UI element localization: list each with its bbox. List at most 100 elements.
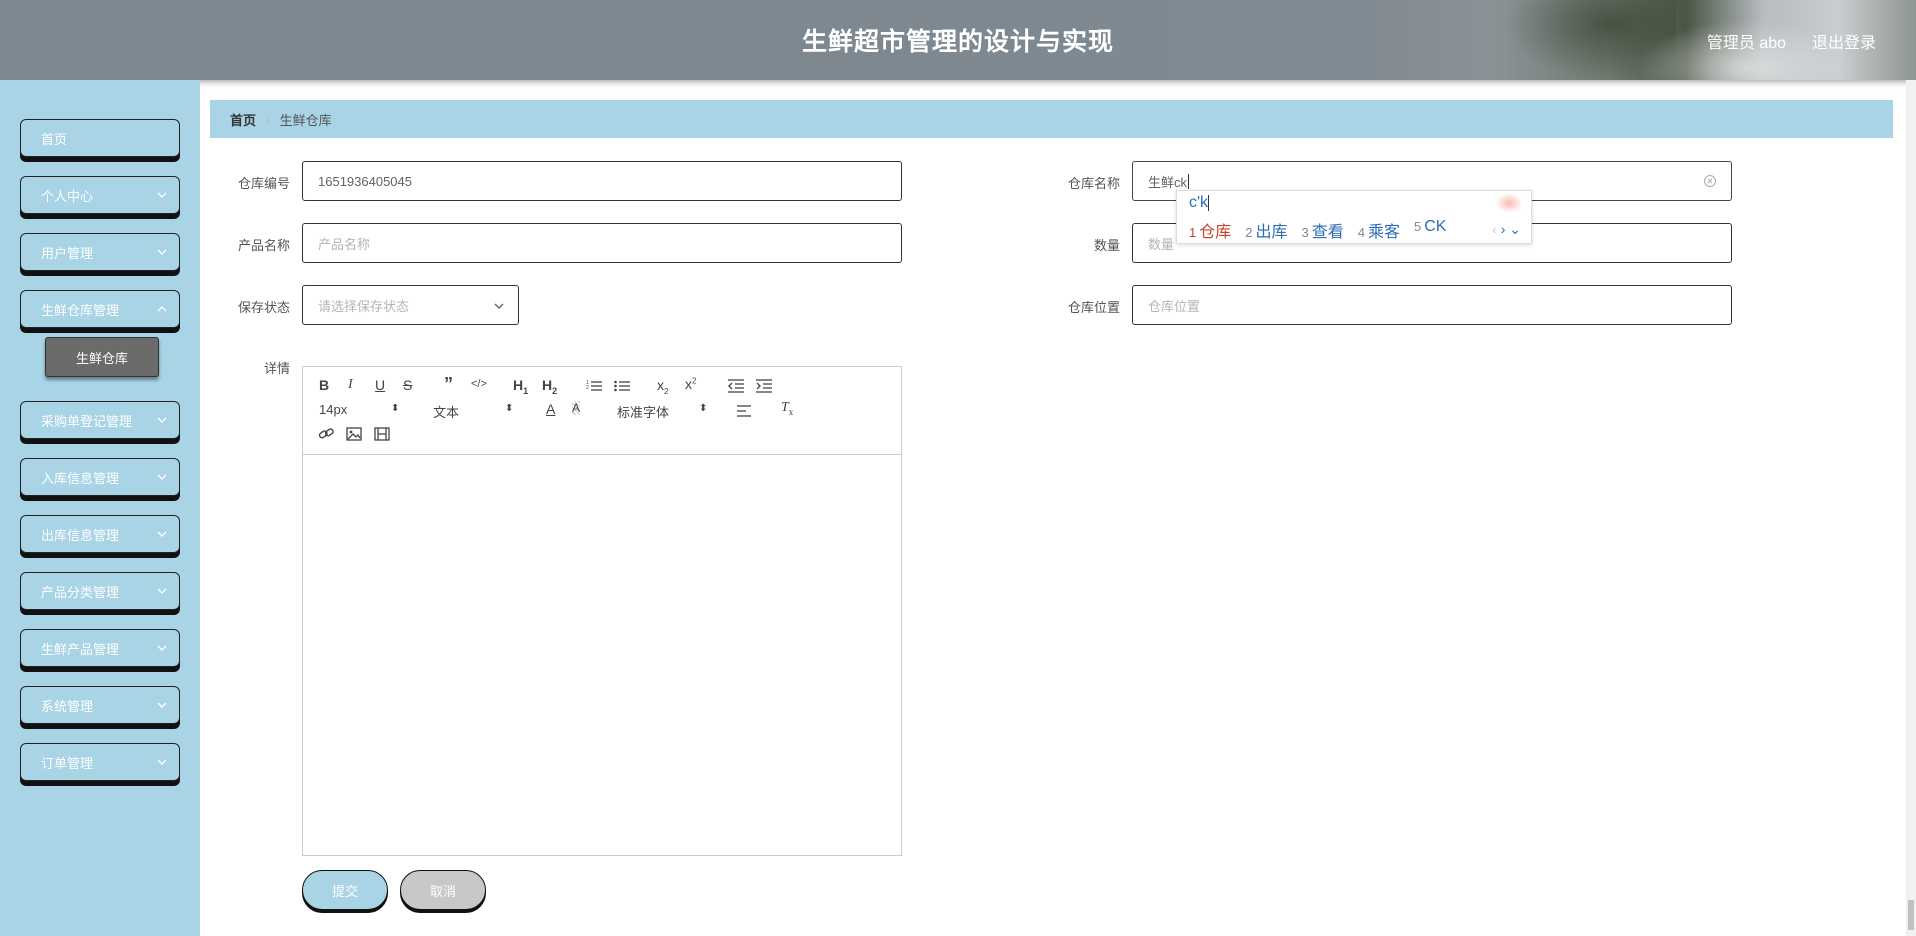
ime-candidate[interactable]: 2 出库 — [1245, 218, 1287, 242]
font-family-value: 标准字体 — [617, 405, 670, 420]
rich-text-editor: B I U S ” </> H1 H2 12 x2 x2 14px ⬍ 文本 ⬍ A… — [302, 366, 902, 856]
sidebar-item-personal-center[interactable]: 个人中心 — [20, 176, 180, 214]
product-name-label: 产品名称 — [237, 238, 290, 253]
chevron-down-icon — [157, 249, 167, 255]
align-icon[interactable] — [737, 404, 753, 418]
sidebar-item-order-management[interactable]: 订单管理 — [20, 743, 180, 781]
block-type-value: 文本 — [433, 405, 460, 420]
ime-candidate[interactable]: 3 查看 — [1302, 218, 1344, 242]
product-name-input[interactable]: 产品名称 — [302, 223, 902, 263]
font-size-select[interactable]: 14px ⬍ — [319, 402, 404, 417]
sidebar-item-purchase-registration[interactable]: 采购单登记管理 — [20, 401, 180, 439]
page-scrollbar[interactable] — [1906, 80, 1916, 936]
ime-candidate-number: 1 — [1189, 225, 1197, 240]
ime-candidate[interactable]: 1 仓库 — [1189, 218, 1231, 242]
heading2-icon[interactable]: H2 — [542, 377, 557, 396]
sidebar-item-system-management[interactable]: 系统管理 — [20, 686, 180, 724]
editor-toolbar: B I U S ” </> H1 H2 12 x2 x2 14px ⬍ 文本 ⬍ A… — [303, 367, 901, 455]
video-icon[interactable] — [374, 427, 390, 441]
superscript-icon[interactable]: x2 — [685, 376, 696, 392]
cancel-button[interactable]: 取消 — [400, 870, 486, 910]
ime-candidate[interactable]: 4 乘客 — [1358, 218, 1400, 242]
blockquote-icon[interactable]: ” — [444, 374, 453, 395]
block-type-select[interactable]: 文本 ⬍ — [433, 402, 518, 421]
indent-icon[interactable] — [756, 379, 772, 393]
chevron-right-icon[interactable]: › — [1501, 221, 1506, 237]
code-icon[interactable]: </> — [471, 378, 487, 390]
storage-status-placeholder: 请选择保存状态 — [318, 298, 410, 314]
sidebar-item-home[interactable]: 首页 — [20, 119, 180, 157]
current-user: 管理员 abo — [1706, 35, 1786, 52]
chevron-left-icon[interactable]: ‹ — [1492, 221, 1497, 237]
storage-status-select[interactable]: 请选择保存状态 — [302, 285, 519, 325]
sidebar-item-label: 首页 — [41, 131, 68, 147]
clear-format-icon[interactable]: Tx — [781, 400, 793, 417]
ordered-list-icon[interactable]: 12 — [586, 379, 602, 393]
background-color-icon[interactable]: A — [572, 401, 581, 415]
sidebar-item-label: 个人中心 — [41, 188, 94, 204]
font-color-icon[interactable]: A — [546, 401, 555, 417]
warehouse-no-label: 仓库编号 — [237, 176, 290, 191]
submit-button[interactable]: 提交 — [302, 870, 388, 910]
sidebar-subitem-warehouse[interactable]: 生鲜仓库 — [45, 337, 159, 377]
link-icon[interactable] — [318, 427, 334, 441]
top-header: 生鲜超市管理的设计与实现 管理员 abo 退出登录 — [0, 0, 1916, 80]
font-family-select[interactable]: 标准字体 ⬍ — [617, 402, 712, 421]
sidebar-item-label: 用户管理 — [41, 245, 94, 261]
warehouse-name-label: 仓库名称 — [1067, 176, 1120, 191]
sidebar-item-outbound-management[interactable]: 出库信息管理 — [20, 515, 180, 553]
sidebar-item-label: 出库信息管理 — [41, 527, 120, 543]
subscript-icon[interactable]: x2 — [657, 377, 668, 396]
italic-icon[interactable]: I — [348, 377, 353, 393]
editor-content-area[interactable] — [303, 456, 901, 855]
svg-text:2: 2 — [586, 385, 589, 391]
sidebar-item-label: 产品分类管理 — [41, 584, 120, 600]
breadcrumb-current: 生鲜仓库 — [279, 112, 332, 128]
logout-link[interactable]: 退出登录 — [1812, 29, 1876, 53]
location-input[interactable]: 仓库位置 — [1132, 285, 1732, 325]
location-placeholder: 仓库位置 — [1148, 298, 1201, 314]
image-icon[interactable] — [346, 427, 362, 441]
quantity-label: 数量 — [1093, 238, 1120, 253]
ime-composition: c'k — [1189, 194, 1210, 212]
outdent-icon[interactable] — [728, 379, 744, 393]
ime-candidate-number: 5 — [1414, 219, 1422, 234]
scrollbar-thumb[interactable] — [1908, 900, 1914, 930]
text-caret — [1188, 173, 1190, 189]
strikethrough-icon[interactable]: S — [403, 377, 412, 393]
ime-candidate-text: 查看 — [1311, 224, 1344, 241]
ime-candidate-number: 3 — [1301, 225, 1309, 240]
font-size-value: 14px — [319, 402, 348, 417]
chevron-down-icon[interactable]: ⌄ — [1509, 221, 1521, 237]
quantity-placeholder: 数量 — [1148, 236, 1175, 252]
bold-icon[interactable]: B — [319, 377, 329, 393]
bullet-list-icon[interactable] — [614, 379, 630, 393]
sidebar: 首页 个人中心 用户管理 生鲜仓库管理 生鲜仓库 采购单登记管理 入库信息管理 … — [0, 80, 200, 936]
clear-icon[interactable] — [1703, 174, 1717, 188]
sidebar-item-category-management[interactable]: 产品分类管理 — [20, 572, 180, 610]
heading1-icon[interactable]: H1 — [513, 377, 528, 396]
app-title: 生鲜超市管理的设计与实现 — [801, 28, 1114, 56]
sidebar-item-warehouse-management[interactable]: 生鲜仓库管理 — [20, 290, 180, 328]
sidebar-item-label: 采购单登记管理 — [41, 413, 133, 429]
ime-candidate-number: 2 — [1245, 225, 1253, 240]
ime-candidate-text: 仓库 — [1199, 224, 1232, 241]
sidebar-item-product-management[interactable]: 生鲜产品管理 — [20, 629, 180, 667]
breadcrumb: 首页 / 生鲜仓库 — [210, 100, 1893, 138]
ime-candidate[interactable]: 5 CK — [1414, 218, 1446, 242]
details-label: 详情 — [263, 361, 290, 376]
chevron-down-icon — [157, 531, 167, 537]
chevron-down-icon — [157, 192, 167, 198]
storage-status-label: 保存状态 — [237, 300, 290, 315]
location-label: 仓库位置 — [1067, 300, 1120, 315]
ime-candidate-number: 4 — [1357, 225, 1365, 240]
product-name-placeholder: 产品名称 — [318, 236, 371, 252]
sidebar-item-inbound-management[interactable]: 入库信息管理 — [20, 458, 180, 496]
sidebar-item-user-management[interactable]: 用户管理 — [20, 233, 180, 271]
warehouse-no-input[interactable]: 1651936405045 — [302, 161, 902, 201]
breadcrumb-home[interactable]: 首页 — [230, 110, 256, 129]
chevron-up-icon — [157, 306, 167, 312]
warehouse-name-value: 生鲜ck — [1148, 174, 1188, 190]
ime-page-nav[interactable]: ‹ › ⌄ — [1492, 221, 1521, 238]
underline-icon[interactable]: U — [375, 377, 385, 393]
